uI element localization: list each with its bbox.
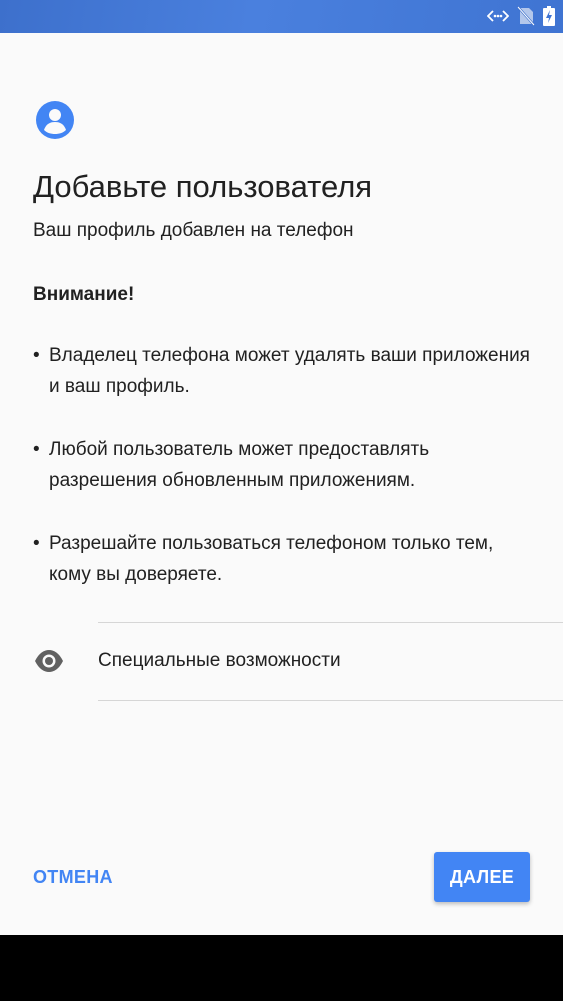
warning-item: Владелец телефона может удалять ваши при… [33,340,533,402]
status-icons [487,4,555,28]
next-button[interactable]: ДАЛЕЕ [434,852,530,902]
content-area: Добавьте пользователя Ваш профиль добавл… [0,33,563,935]
no-sim-icon [517,6,535,26]
cancel-button[interactable]: ОТМЕНА [20,851,126,903]
status-bar [0,0,563,33]
divider [98,700,563,701]
accessibility-label: Специальные возможности [98,650,341,671]
battery-charging-icon [543,6,555,26]
eye-icon [34,648,64,674]
account-circle-icon [36,101,74,139]
warning-item: Разрешайте пользоваться телефоном только… [33,528,533,590]
data-sync-icon [487,8,509,24]
warning-item: Любой пользователь может предоставлять р… [33,434,533,496]
accessibility-row[interactable]: Специальные возможности [0,623,563,700]
warning-heading: Внимание! [33,284,135,305]
navigation-bar [0,935,563,1001]
page-subtitle: Ваш профиль добавлен на телефон [33,220,354,241]
page-title: Добавьте пользователя [33,169,373,204]
warning-list: Владелец телефона может удалять ваши при… [33,340,533,622]
